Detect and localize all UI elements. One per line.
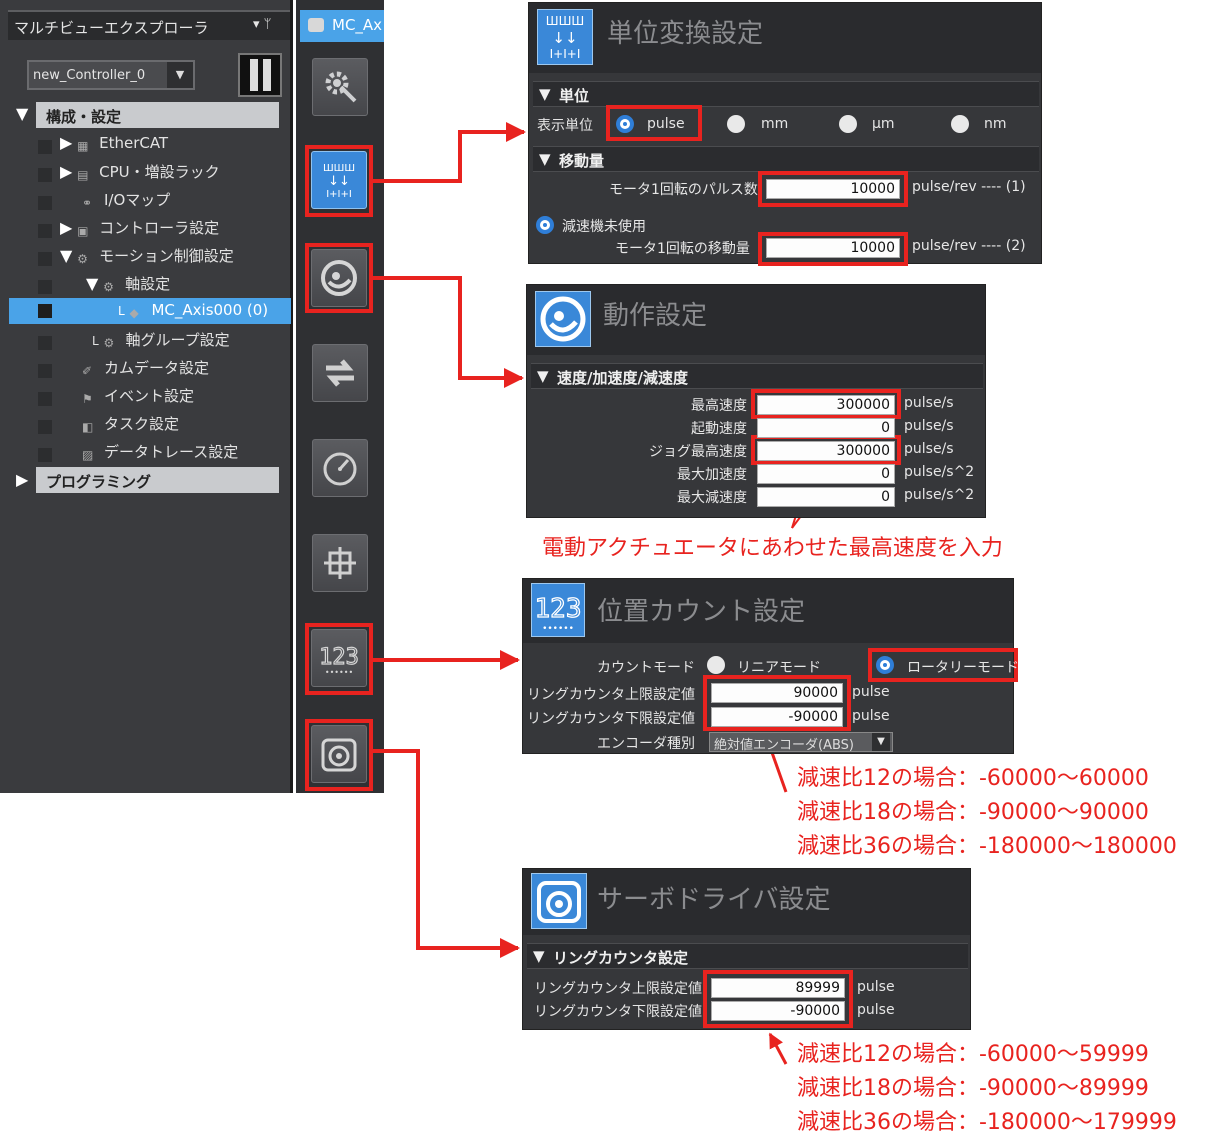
position-count-icon: 123 •••••• [531, 583, 585, 637]
collapse-arrow-icon[interactable]: ▼ [539, 85, 551, 103]
svg-text:ШШШ: ШШШ [546, 14, 585, 28]
travel-per-rev-label: モータ1回転の移動量 [615, 241, 750, 257]
arrow-servo [373, 749, 520, 958]
rotary-mode-label: ロータリーモード [907, 660, 1019, 676]
max-decel-unit: pulse/s^2 [904, 487, 975, 503]
option-pulse-label: pulse [647, 116, 685, 132]
ring-counter-section-header[interactable]: ▼ リングカウンタ設定 [527, 943, 968, 969]
max-speed-unit: pulse/s [904, 395, 954, 411]
servo-note-ratio18: 減速比18の場合：-90000～89999 [797, 1076, 1149, 1101]
ring-upper-label: リングカウンタ上限設定値 [527, 687, 695, 703]
position-note-ratio36: 減速比36の場合：-180000～180000 [797, 834, 1177, 859]
max-accel-input[interactable]: 0 [757, 464, 895, 484]
max-accel-unit: pulse/s^2 [904, 464, 975, 480]
svg-text:↓↓: ↓↓ [552, 29, 577, 47]
jog-max-speed-label: ジョグ最高速度 [649, 444, 747, 460]
arrow-operation [373, 276, 524, 388]
radio-um[interactable] [839, 115, 857, 133]
speed-section-header[interactable]: ▼ 速度/加速度/減速度 [531, 363, 983, 389]
arrow-note-servo [768, 1032, 788, 1065]
servo-note-ratio12: 減速比12の場合：-60000～59999 [797, 1042, 1149, 1067]
option-nm-label: nm [984, 116, 1007, 132]
unit-panel-title: 単位変換設定 [607, 19, 764, 49]
chevron-down-icon[interactable]: ▼ [872, 733, 890, 751]
ring-lower-label: リングカウンタ下限設定値 [527, 711, 695, 727]
ring-lower-unit: pulse [852, 708, 890, 724]
position-note-ratio18: 減速比18の場合：-90000～90000 [797, 800, 1149, 825]
start-speed-input[interactable]: 0 [757, 418, 895, 438]
radio-no-gear[interactable] [536, 216, 554, 234]
travel-section-header[interactable]: ▼ 移動量 [533, 146, 1039, 172]
unit-conversion-icon: ШШШ ↓↓ I+I+I [537, 9, 593, 65]
encoder-type-value: 絶対値エンコーダ(ABS) [714, 738, 854, 753]
collapse-arrow-icon[interactable]: ▼ [539, 150, 551, 168]
collapse-arrow-icon[interactable]: ▼ [537, 367, 549, 385]
svg-text:123: 123 [535, 594, 582, 624]
pulses-per-rev-input[interactable]: 10000 [766, 179, 900, 199]
svg-text:I+I+I: I+I+I [550, 47, 581, 61]
option-um-label: μm [872, 116, 895, 132]
pulses-per-rev-label: モータ1回転のパルス数 [609, 182, 758, 198]
count-mode-label: カウントモード [597, 660, 695, 676]
svg-text:••••••: •••••• [542, 624, 574, 634]
unit-section-header[interactable]: ▼ 単位 [533, 81, 1039, 107]
operation-icon [535, 291, 591, 347]
radio-nm[interactable] [951, 115, 969, 133]
ring-lower-input[interactable]: -90000 [711, 707, 843, 727]
radio-pulse[interactable] [616, 115, 634, 133]
max-decel-label: 最大減速度 [677, 490, 747, 506]
max-speed-label: 最高速度 [691, 398, 747, 414]
travel-per-rev-unit: pulse/rev ---- (2) [912, 238, 1026, 254]
position-count-panel: 123 •••••• 位置カウント設定 カウントモード リニアモード ロータリー… [522, 578, 1019, 754]
encoder-type-label: エンコーダ種別 [597, 736, 695, 752]
jog-max-speed-input[interactable]: 300000 [757, 441, 895, 461]
servo-driver-panel: サーボドライバ設定 ▼ リングカウンタ設定 リングカウンタ上限設定値 89999… [522, 868, 971, 1030]
display-unit-label: 表示単位 [537, 118, 593, 134]
travel-per-rev-input[interactable]: 10000 [766, 238, 900, 258]
option-mm-label: mm [761, 116, 789, 132]
operation-panel-header [527, 285, 985, 355]
collapse-arrow-icon[interactable]: ▼ [533, 947, 545, 965]
servo-panel-title: サーボドライバ設定 [597, 885, 831, 915]
ring-upper-input[interactable]: 90000 [711, 683, 843, 703]
radio-mm[interactable] [727, 115, 745, 133]
linear-mode-label: リニアモード [737, 660, 821, 676]
start-speed-label: 起動速度 [691, 421, 747, 437]
unit-panel-header [529, 3, 1041, 73]
max-decel-input[interactable]: 0 [757, 487, 895, 507]
ring-upper-unit: pulse [852, 684, 890, 700]
position-note-ratio12: 減速比12の場合：-60000～60000 [797, 766, 1149, 791]
operation-panel-title: 動作設定 [603, 301, 708, 331]
radio-rotary-mode[interactable] [876, 656, 894, 674]
max-accel-label: 最大加速度 [677, 467, 747, 483]
unit-conversion-panel: ШШШ ↓↓ I+I+I 単位変換設定 ▼ 単位 表示単位 pulse mm μ… [528, 2, 1042, 266]
servo-driver-icon [531, 873, 587, 929]
servo-ring-lower-label: リングカウンタ下限設定値 [534, 1004, 702, 1020]
max-speed-input[interactable]: 300000 [757, 395, 895, 415]
servo-ring-upper-input[interactable]: 89999 [711, 978, 845, 998]
arrow-unit [373, 122, 526, 183]
servo-ring-lower-input[interactable]: -90000 [711, 1001, 845, 1021]
no-gear-label: 減速機未使用 [562, 219, 646, 235]
operation-settings-panel: 動作設定 ▼ 速度/加速度/減速度 最高速度 300000 pulse/s 起動… [526, 284, 986, 518]
radio-linear-mode[interactable] [707, 656, 725, 674]
start-speed-unit: pulse/s [904, 418, 954, 434]
max-speed-note: 電動アクチュエータにあわせた最高速度を入力 [542, 536, 1003, 561]
position-panel-title: 位置カウント設定 [597, 597, 806, 627]
servo-note-ratio36: 減速比36の場合：-180000～179999 [797, 1110, 1177, 1135]
servo-ring-lower-unit: pulse [857, 1002, 895, 1018]
servo-ring-upper-unit: pulse [857, 979, 895, 995]
encoder-type-select[interactable]: 絶対値エンコーダ(ABS) ▼ [709, 732, 893, 753]
servo-ring-upper-label: リングカウンタ上限設定値 [534, 981, 702, 997]
jog-max-speed-unit: pulse/s [904, 441, 954, 457]
pulses-per-rev-unit: pulse/rev ---- (1) [912, 179, 1026, 195]
